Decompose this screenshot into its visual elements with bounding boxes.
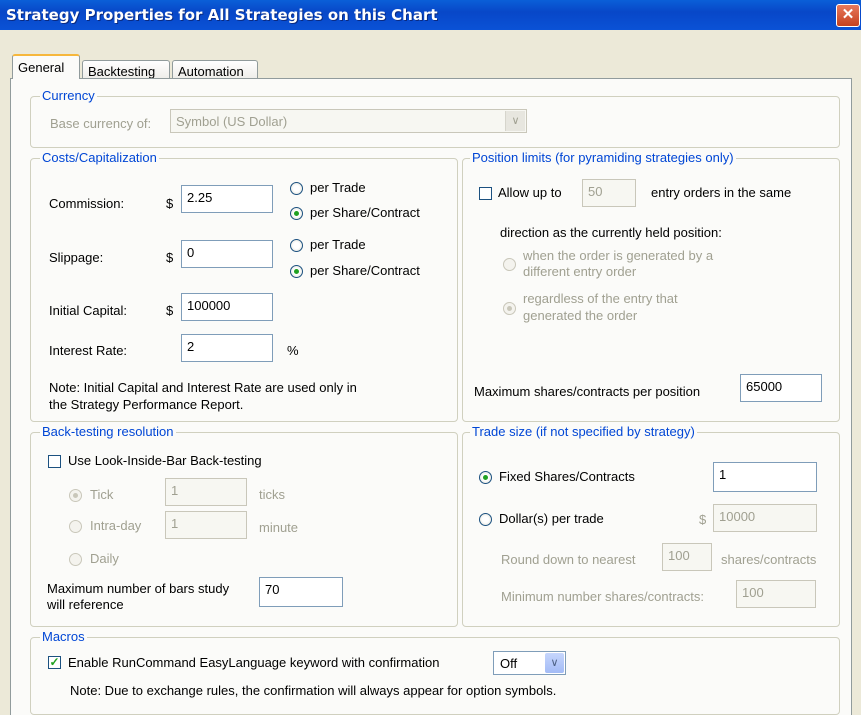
dollars-per-trade-radio[interactable]	[479, 513, 492, 526]
base-currency-label: Base currency of:	[50, 116, 152, 131]
intraday-input[interactable]: 1	[165, 511, 247, 539]
slippage-input[interactable]: 0	[181, 240, 273, 268]
fixed-shares-radio[interactable]	[479, 471, 492, 484]
confirmation-select[interactable]: Off ∨	[493, 651, 566, 675]
entry-orders-label: entry orders in the same	[651, 185, 792, 200]
slippage-currency: $	[166, 250, 174, 265]
base-currency-value: Symbol (US Dollar)	[176, 114, 288, 129]
chevron-down-icon: ∨	[545, 653, 564, 673]
commission-per-share-label: per Share/Contract	[310, 205, 420, 220]
close-button[interactable]: ✕	[836, 4, 860, 27]
direction-text: direction as the currently held position…	[500, 225, 722, 240]
commission-currency: $	[166, 196, 174, 211]
when-generated-line2: different entry order	[523, 264, 637, 279]
max-bars-line2: will reference	[47, 597, 124, 612]
tick-label: Tick	[90, 487, 114, 502]
initial-capital-input[interactable]: 100000	[181, 293, 273, 321]
dollars-per-trade-label: Dollar(s) per trade	[499, 511, 604, 526]
slippage-label: Slippage:	[49, 250, 104, 265]
tick-unit: ticks	[259, 487, 285, 502]
position-limits-legend: Position limits (for pyramiding strategi…	[470, 150, 736, 165]
costs-legend: Costs/Capitalization	[40, 150, 159, 165]
round-down-label: Round down to nearest	[501, 552, 636, 567]
enable-runcommand-checkbox[interactable]: ✓	[48, 656, 61, 669]
fixed-shares-input[interactable]: 1	[713, 462, 817, 492]
round-down-unit: shares/contracts	[721, 552, 817, 567]
base-currency-select[interactable]: Symbol (US Dollar) ∨	[170, 109, 527, 133]
initial-capital-currency: $	[166, 303, 174, 318]
look-inside-bar-checkbox[interactable]	[48, 455, 61, 468]
round-down-input[interactable]: 100	[662, 543, 712, 571]
max-shares-input[interactable]: 65000	[740, 374, 822, 402]
when-generated-radio[interactable]	[503, 258, 516, 271]
commission-input[interactable]: 2.25	[181, 185, 273, 213]
daily-label: Daily	[90, 551, 119, 566]
commission-per-share-radio[interactable]	[290, 207, 303, 220]
currency-legend: Currency	[40, 88, 97, 103]
checkmark-icon: ✓	[49, 655, 60, 669]
tab-general[interactable]: General	[12, 54, 80, 79]
chevron-down-icon: ∨	[505, 111, 525, 131]
macros-legend: Macros	[40, 629, 87, 644]
initial-capital-label: Initial Capital:	[49, 303, 128, 318]
allow-up-to-label: Allow up to	[498, 185, 562, 200]
slippage-per-share-radio[interactable]	[290, 265, 303, 278]
min-shares-label: Minimum number shares/contracts:	[501, 589, 705, 604]
macros-note: Note: Due to exchange rules, the confirm…	[70, 683, 557, 698]
intraday-unit: minute	[259, 520, 299, 535]
max-shares-label: Maximum shares/contracts per position	[474, 384, 701, 399]
commission-label: Commission:	[49, 196, 125, 211]
interest-rate-input[interactable]: 2	[181, 334, 273, 362]
when-generated-line1: when the order is generated by a	[523, 248, 714, 263]
max-bars-line1: Maximum number of bars study	[47, 581, 230, 596]
fixed-shares-label: Fixed Shares/Contracts	[499, 469, 635, 484]
confirmation-value: Off	[500, 656, 518, 671]
slippage-per-trade-radio[interactable]	[290, 239, 303, 252]
regardless-line1: regardless of the entry that	[523, 291, 678, 306]
dollars-per-trade-input[interactable]: 10000	[713, 504, 817, 532]
max-bars-input[interactable]: 70	[259, 577, 343, 607]
dollars-currency: $	[699, 512, 707, 527]
allow-up-to-checkbox[interactable]	[479, 187, 492, 200]
regardless-radio[interactable]	[503, 302, 516, 315]
look-inside-bar-label: Use Look-Inside-Bar Back-testing	[68, 453, 262, 468]
trade-size-legend: Trade size (if not specified by strategy…	[470, 424, 697, 439]
intraday-label: Intra-day	[90, 518, 142, 533]
macros-group	[30, 637, 840, 715]
costs-note-line2: the Strategy Performance Report.	[49, 397, 244, 412]
commission-per-trade-label: per Trade	[310, 180, 366, 195]
slippage-per-share-label: per Share/Contract	[310, 263, 420, 278]
close-icon: ✕	[841, 6, 855, 23]
interest-rate-label: Interest Rate:	[49, 343, 128, 358]
intraday-radio[interactable]	[69, 520, 82, 533]
daily-radio[interactable]	[69, 553, 82, 566]
allow-up-to-input[interactable]: 50	[582, 179, 636, 207]
tick-input[interactable]: 1	[165, 478, 247, 506]
tick-radio[interactable]	[69, 489, 82, 502]
commission-per-trade-radio[interactable]	[290, 182, 303, 195]
regardless-line2: generated the order	[523, 308, 638, 323]
costs-note-line1: Note: Initial Capital and Interest Rate …	[49, 380, 357, 395]
enable-runcommand-label: Enable RunCommand EasyLanguage keyword w…	[68, 655, 440, 670]
backtesting-legend: Back-testing resolution	[40, 424, 176, 439]
window-title: Strategy Properties for All Strategies o…	[6, 6, 438, 24]
title-bar: Strategy Properties for All Strategies o…	[0, 0, 861, 30]
percent-symbol: %	[287, 343, 299, 358]
min-shares-input[interactable]: 100	[736, 580, 816, 608]
slippage-per-trade-label: per Trade	[310, 237, 366, 252]
